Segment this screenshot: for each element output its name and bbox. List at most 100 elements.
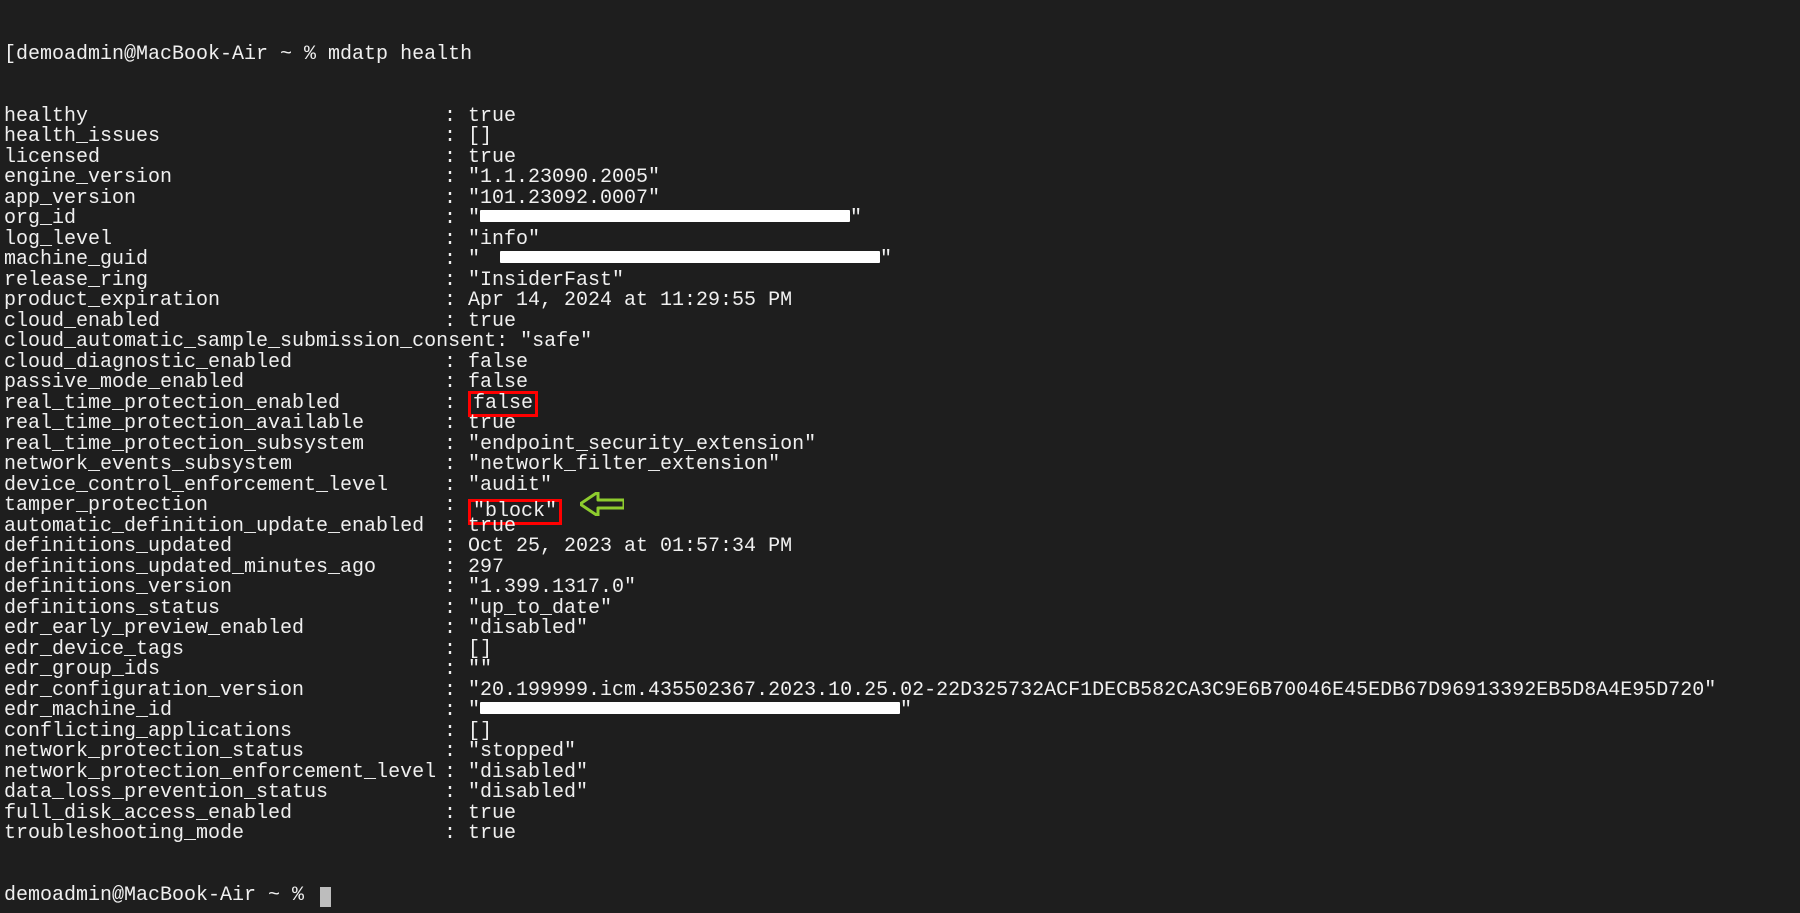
output-value-real_time_protection_available: true — [468, 414, 516, 435]
kv-separator: : — [444, 435, 468, 456]
kv-separator: : — [444, 558, 468, 579]
output-row-definitions_version: definitions_version: "1.399.1317.0" — [4, 578, 1800, 599]
output-row-edr_machine_id: edr_machine_id: "" — [4, 701, 1800, 722]
output-row-edr_configuration_version: edr_configuration_version: "20.199999.ic… — [4, 681, 1800, 702]
output-row-app_version: app_version: "101.23092.0007" — [4, 189, 1800, 210]
output-key-org_id: org_id — [4, 209, 444, 230]
output-row-org_id: org_id: "" — [4, 209, 1800, 230]
kv-separator: : — [444, 353, 468, 374]
output-key-definitions_updated_minutes_ago: definitions_updated_minutes_ago — [4, 558, 444, 579]
output-key-network_events_subsystem: network_events_subsystem — [4, 455, 444, 476]
kv-separator: : — [444, 619, 468, 640]
output-row-passive_mode_enabled: passive_mode_enabled: false — [4, 373, 1800, 394]
output-key-real_time_protection_enabled: real_time_protection_enabled — [4, 394, 444, 415]
kv-separator: : — [444, 701, 468, 722]
kv-separator: : — [444, 476, 468, 497]
output-key-automatic_definition_update_enabled: automatic_definition_update_enabled — [4, 517, 444, 538]
kv-separator: : — [444, 599, 468, 620]
output-key-data_loss_prevention_status: data_loss_prevention_status — [4, 783, 444, 804]
output-value-network_protection_enforcement_level: "disabled" — [468, 763, 588, 784]
output-key-cloud_automatic_sample_submission_consent: cloud_automatic_sample_submission_consen… — [4, 332, 496, 353]
output-row-engine_version: engine_version: "1.1.23090.2005" — [4, 168, 1800, 189]
output-key-real_time_protection_available: real_time_protection_available — [4, 414, 444, 435]
redacted-value — [480, 210, 850, 222]
shell-prompt[interactable]: demoadmin@MacBook-Air ~ % — [4, 886, 1800, 907]
kv-separator: : — [444, 168, 468, 189]
output-row-tamper_protection: tamper_protection: "block" — [4, 496, 1800, 517]
output-value-troubleshooting_mode: true — [468, 824, 516, 845]
output-value-real_time_protection_subsystem: "endpoint_security_extension" — [468, 435, 816, 456]
redacted-value — [480, 702, 900, 714]
output-row-cloud_automatic_sample_submission_consent: cloud_automatic_sample_submission_consen… — [4, 332, 1800, 353]
output-row-definitions_status: definitions_status: "up_to_date" — [4, 599, 1800, 620]
kv-separator: : — [444, 763, 468, 784]
output-key-edr_machine_id: edr_machine_id — [4, 701, 444, 722]
kv-separator: : — [444, 783, 468, 804]
kv-separator: : — [444, 312, 468, 333]
output-row-automatic_definition_update_enabled: automatic_definition_update_enabled: tru… — [4, 517, 1800, 538]
output-key-definitions_status: definitions_status — [4, 599, 444, 620]
output-key-definitions_updated: definitions_updated — [4, 537, 444, 558]
output-row-real_time_protection_subsystem: real_time_protection_subsystem: "endpoin… — [4, 435, 1800, 456]
output-value-edr_early_preview_enabled: "disabled" — [468, 619, 588, 640]
output-key-real_time_protection_subsystem: real_time_protection_subsystem — [4, 435, 444, 456]
output-key-machine_guid: machine_guid — [4, 250, 444, 271]
output-key-network_protection_status: network_protection_status — [4, 742, 444, 763]
output-value-org_id: "" — [468, 209, 862, 230]
kv-separator: : — [444, 640, 468, 661]
kv-separator: : — [444, 127, 468, 148]
output-key-healthy: healthy — [4, 107, 444, 128]
output-key-network_protection_enforcement_level: network_protection_enforcement_level — [4, 763, 444, 784]
output-value-edr_group_ids: "" — [468, 660, 492, 681]
output-row-definitions_updated_minutes_ago: definitions_updated_minutes_ago: 297 — [4, 558, 1800, 579]
output-value-cloud_automatic_sample_submission_consent: "safe" — [520, 332, 592, 353]
output-row-full_disk_access_enabled: full_disk_access_enabled: true — [4, 804, 1800, 825]
output-value-healthy: true — [468, 107, 516, 128]
kv-separator: : — [444, 209, 468, 230]
kv-separator: : — [444, 189, 468, 210]
output-value-definitions_version: "1.399.1317.0" — [468, 578, 636, 599]
terminal-window[interactable]: [demoadmin@MacBook-Air ~ % mdatp health … — [0, 0, 1800, 913]
kv-separator: : — [444, 824, 468, 845]
output-value-log_level: "info" — [468, 230, 540, 251]
output-value-full_disk_access_enabled: true — [468, 804, 516, 825]
output-value-network_events_subsystem: "network_filter_extension" — [468, 455, 780, 476]
output-row-release_ring: release_ring: "InsiderFast" — [4, 271, 1800, 292]
output-row-data_loss_prevention_status: data_loss_prevention_status: "disabled" — [4, 783, 1800, 804]
output-value-cloud_enabled: true — [468, 312, 516, 333]
kv-separator: : — [444, 578, 468, 599]
output-row-troubleshooting_mode: troubleshooting_mode: true — [4, 824, 1800, 845]
kv-separator: : — [444, 230, 468, 251]
kv-separator: : — [444, 496, 468, 517]
output-row-conflicting_applications: conflicting_applications: [] — [4, 722, 1800, 743]
output-value-definitions_status: "up_to_date" — [468, 599, 612, 620]
output-row-machine_guid: machine_guid: "" — [4, 250, 1800, 271]
output-row-edr_early_preview_enabled: edr_early_preview_enabled: "disabled" — [4, 619, 1800, 640]
output-row-edr_group_ids: edr_group_ids: "" — [4, 660, 1800, 681]
kv-separator: : — [444, 804, 468, 825]
output-key-edr_configuration_version: edr_configuration_version — [4, 681, 444, 702]
kv-separator: : — [444, 148, 468, 169]
output-key-definitions_version: definitions_version — [4, 578, 444, 599]
output-row-licensed: licensed: true — [4, 148, 1800, 169]
output-value-conflicting_applications: [] — [468, 722, 492, 743]
output-key-release_ring: release_ring — [4, 271, 444, 292]
output-value-data_loss_prevention_status: "disabled" — [468, 783, 588, 804]
output-row-healthy: healthy: true — [4, 107, 1800, 128]
output-key-edr_group_ids: edr_group_ids — [4, 660, 444, 681]
output-key-passive_mode_enabled: passive_mode_enabled — [4, 373, 444, 394]
output-row-real_time_protection_available: real_time_protection_available: true — [4, 414, 1800, 435]
output-key-health_issues: health_issues — [4, 127, 444, 148]
output-value-automatic_definition_update_enabled: true — [468, 517, 516, 538]
kv-separator: : — [444, 537, 468, 558]
output-value-machine_guid: "" — [468, 250, 892, 271]
kv-separator: : — [444, 742, 468, 763]
output-key-cloud_diagnostic_enabled: cloud_diagnostic_enabled — [4, 353, 444, 374]
kv-separator: : — [444, 455, 468, 476]
output-key-edr_early_preview_enabled: edr_early_preview_enabled — [4, 619, 444, 640]
output-key-troubleshooting_mode: troubleshooting_mode — [4, 824, 444, 845]
output-key-licensed: licensed — [4, 148, 444, 169]
annotation-arrow-icon — [580, 492, 624, 516]
output-value-real_time_protection_enabled: false — [468, 394, 538, 415]
kv-separator: : — [444, 681, 468, 702]
